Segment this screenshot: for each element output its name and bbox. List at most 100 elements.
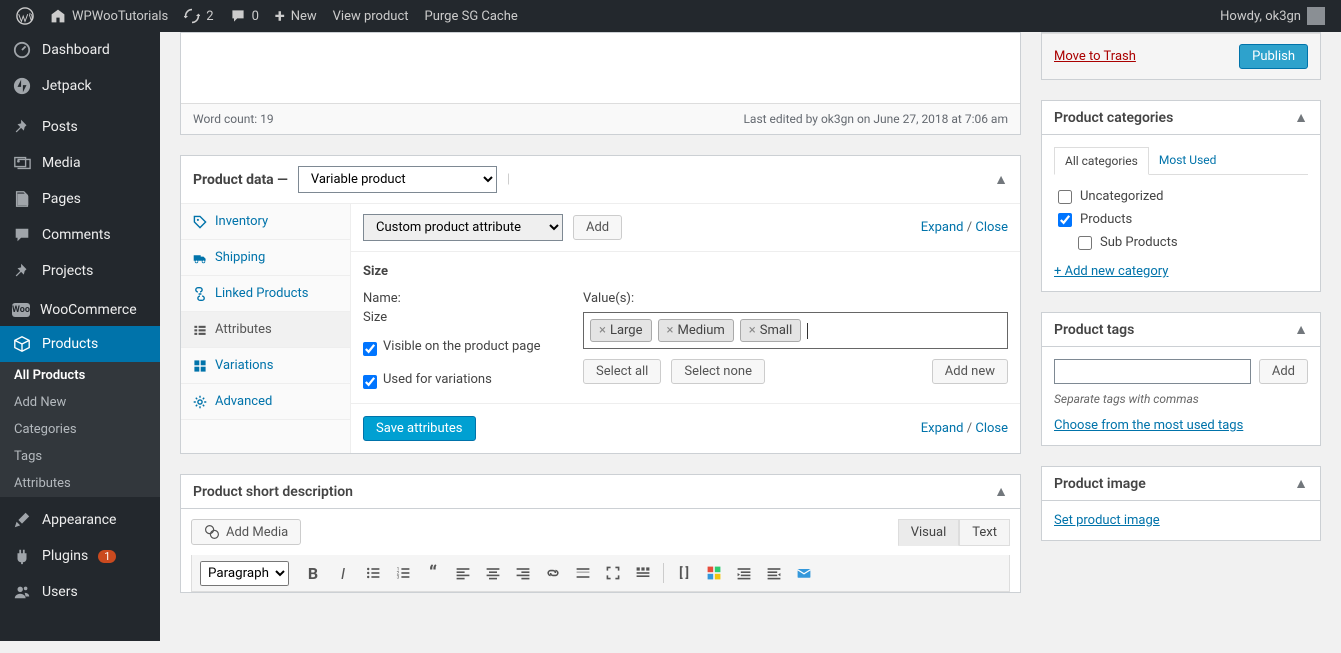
menu-users[interactable]: Users (0, 574, 160, 610)
menu-comments[interactable]: Comments (0, 217, 160, 253)
menu-dashboard[interactable]: Dashboard (0, 32, 160, 68)
name-value: Size (363, 310, 553, 325)
tab-advanced[interactable]: Advanced (181, 384, 350, 420)
tab-shipping[interactable]: Shipping (181, 240, 350, 276)
toggle-panel[interactable]: ▲ (1294, 475, 1308, 492)
visible-checkbox[interactable] (363, 342, 377, 356)
menu-products[interactable]: Products (0, 326, 160, 362)
format-select[interactable]: Paragraph (200, 561, 289, 586)
select-all-button[interactable]: Select all (583, 359, 661, 384)
numbered-list-icon[interactable]: 123 (389, 559, 417, 587)
expand-link-2[interactable]: Expand (921, 421, 964, 436)
submenu-all-products[interactable]: All Products (0, 362, 160, 389)
tag-input[interactable] (1054, 359, 1251, 384)
wp-logo[interactable] (8, 7, 42, 25)
indent-icon[interactable] (730, 559, 758, 587)
align-left-icon[interactable] (449, 559, 477, 587)
avatar-icon (1307, 7, 1325, 25)
visual-tab[interactable]: Visual (898, 519, 960, 546)
select-none-button[interactable]: Select none (671, 359, 765, 384)
cat-sub-products-checkbox[interactable] (1078, 236, 1092, 250)
expand-link[interactable]: Expand (921, 220, 964, 235)
toggle-panel[interactable]: ▲ (1294, 321, 1308, 338)
comments[interactable]: 0 (222, 8, 267, 24)
choose-tags-link[interactable]: Choose from the most used tags (1054, 418, 1243, 433)
menu-plugins[interactable]: Plugins1 (0, 538, 160, 574)
variations-label: Used for variations (383, 372, 492, 387)
add-new-category-link[interactable]: + Add new category (1054, 264, 1168, 279)
align-center-icon[interactable] (479, 559, 507, 587)
save-attributes-button[interactable]: Save attributes (363, 416, 476, 441)
svg-text:3: 3 (397, 575, 400, 581)
text-tab[interactable]: Text (959, 519, 1010, 546)
word-count: Word count: 19 (193, 112, 274, 126)
categories-title: Product categories (1054, 110, 1173, 126)
values-input[interactable]: ×Large ×Medium ×Small (583, 312, 1008, 349)
menu-pages[interactable]: Pages (0, 181, 160, 217)
toggle-panel[interactable]: ▲ (994, 483, 1008, 500)
toggle-panel[interactable]: ▲ (994, 171, 1008, 188)
bullet-list-icon[interactable] (359, 559, 387, 587)
add-media-button[interactable]: Add Media (191, 519, 301, 545)
add-attribute-button[interactable]: Add (573, 215, 622, 240)
pin-icon (12, 261, 32, 281)
move-to-trash[interactable]: Move to Trash (1054, 49, 1136, 64)
publish-button[interactable]: Publish (1239, 44, 1308, 69)
product-type-select[interactable]: Simple productGrouped productExternal/Af… (298, 166, 497, 193)
set-product-image-link[interactable]: Set product image (1054, 513, 1160, 528)
all-categories-tab[interactable]: All categories (1054, 147, 1149, 175)
view-product[interactable]: View product (325, 9, 417, 24)
more-icon[interactable] (569, 559, 597, 587)
site-name[interactable]: WPWooTutorials (42, 8, 176, 24)
updates[interactable]: 2 (176, 8, 221, 24)
close-link-2[interactable]: Close (975, 421, 1008, 436)
cat-uncategorized-checkbox[interactable] (1058, 190, 1072, 204)
purge-cache[interactable]: Purge SG Cache (417, 9, 526, 24)
menu-appearance[interactable]: Appearance (0, 502, 160, 538)
most-used-tab[interactable]: Most Used (1149, 147, 1227, 174)
quote-icon[interactable]: “ (419, 559, 447, 587)
remove-tag-icon[interactable]: × (667, 323, 674, 338)
pin-icon (12, 117, 32, 137)
align-right-icon[interactable] (509, 559, 537, 587)
new-content[interactable]: +New (267, 6, 325, 27)
fullscreen-icon[interactable] (599, 559, 627, 587)
visible-label: Visible on the product page (383, 339, 541, 354)
outdent-icon[interactable] (760, 559, 788, 587)
value-tag[interactable]: ×Large (590, 319, 652, 342)
menu-posts[interactable]: Posts (0, 109, 160, 145)
submenu-tags[interactable]: Tags (0, 443, 160, 470)
tab-inventory[interactable]: Inventory (181, 204, 350, 240)
menu-jetpack[interactable]: Jetpack (0, 68, 160, 104)
howdy[interactable]: Howdy, ok3gn (1212, 7, 1333, 25)
remove-tag-icon[interactable]: × (749, 323, 756, 338)
remove-tag-icon[interactable]: × (599, 323, 606, 338)
submenu-attributes[interactable]: Attributes (0, 470, 160, 497)
add-new-value-button[interactable]: Add new (932, 359, 1008, 384)
toolbar-toggle-icon[interactable] (629, 559, 657, 587)
submenu-categories[interactable]: Categories (0, 416, 160, 443)
product-image-title: Product image (1054, 476, 1146, 492)
value-tag[interactable]: ×Medium (658, 319, 734, 342)
menu-woocommerce[interactable]: WooWooCommerce (0, 294, 160, 326)
brush-icon (12, 510, 32, 530)
add-tag-button[interactable]: Add (1259, 359, 1308, 384)
envelope-icon[interactable] (790, 559, 818, 587)
toggle-panel[interactable]: ▲ (1294, 109, 1308, 126)
menu-projects[interactable]: Projects (0, 253, 160, 289)
tab-attributes[interactable]: Attributes (181, 312, 350, 348)
menu-media[interactable]: Media (0, 145, 160, 181)
submenu-add-new[interactable]: Add New (0, 389, 160, 416)
variations-checkbox[interactable] (363, 375, 377, 389)
tab-variations[interactable]: Variations (181, 348, 350, 384)
attribute-type-select[interactable]: Custom product attribute (363, 214, 563, 241)
cat-products-checkbox[interactable] (1058, 213, 1072, 227)
color-grid-icon[interactable] (700, 559, 728, 587)
value-tag[interactable]: ×Small (740, 319, 801, 342)
shortcode-icon[interactable]: [ ] (670, 559, 698, 587)
close-link[interactable]: Close (975, 220, 1008, 235)
link-icon[interactable] (539, 559, 567, 587)
italic-icon[interactable]: I (329, 559, 357, 587)
tab-linked[interactable]: Linked Products (181, 276, 350, 312)
bold-icon[interactable]: B (299, 559, 327, 587)
